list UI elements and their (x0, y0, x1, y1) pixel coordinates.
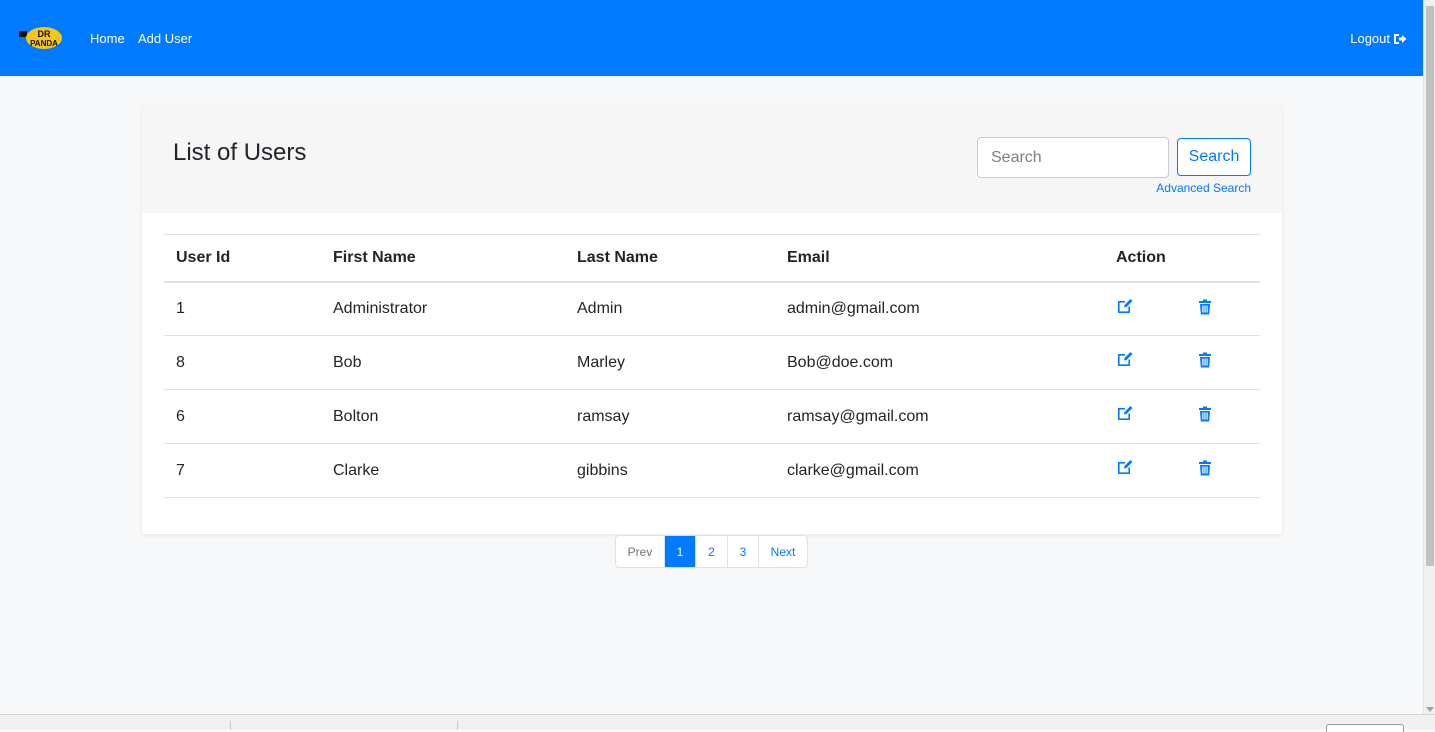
search-input[interactable] (977, 137, 1169, 178)
column-header-email: Email (775, 234, 1104, 283)
column-header-first-name: First Name (321, 234, 565, 283)
column-header-action: Action (1104, 234, 1260, 283)
brand-logo[interactable]: DR PANDA (18, 26, 63, 50)
scroll-down-arrow-icon[interactable] (1426, 707, 1434, 712)
table-row: 1 Administrator Admin admin@gmail.com (164, 281, 1260, 336)
nav-home-link[interactable]: Home (90, 31, 125, 46)
cell-actions (1104, 281, 1260, 336)
cell-first-name: Bob (321, 335, 565, 390)
cell-first-name: Administrator (321, 281, 565, 336)
cell-last-name: Admin (565, 281, 775, 336)
cell-user-id: 8 (164, 335, 321, 390)
pagination-page-1[interactable]: 1 (664, 536, 695, 567)
cell-email: admin@gmail.com (775, 281, 1104, 336)
svg-text:DR: DR (38, 29, 51, 39)
logout-link[interactable]: Logout (1350, 31, 1407, 46)
bottom-control[interactable] (1326, 724, 1404, 732)
cell-email: ramsay@gmail.com (775, 389, 1104, 444)
table-header-row: User Id First Name Last Name Email Actio… (164, 234, 1260, 283)
page-title: List of Users (173, 139, 307, 166)
sign-out-icon (1394, 33, 1407, 44)
search-button[interactable]: Search (1177, 138, 1251, 176)
cell-first-name: Bolton (321, 389, 565, 444)
cell-email: clarke@gmail.com (775, 443, 1104, 498)
table-row: 6 Bolton ramsay ramsay@gmail.com (164, 389, 1260, 444)
logout-label: Logout (1350, 31, 1390, 46)
cell-user-id: 6 (164, 389, 321, 444)
pagination: Prev 1 2 3 Next (615, 535, 808, 568)
table-row: 7 Clarke gibbins clarke@gmail.com (164, 443, 1260, 498)
svg-text:PANDA: PANDA (30, 39, 58, 48)
cell-email: Bob@doe.com (775, 335, 1104, 390)
edit-icon[interactable] (1116, 350, 1134, 368)
users-card: List of Users Search Advanced Search Use… (142, 106, 1282, 534)
trash-icon[interactable] (1196, 405, 1214, 423)
pagination-prev[interactable]: Prev (616, 536, 664, 567)
column-header-last-name: Last Name (565, 234, 775, 283)
cell-last-name: gibbins (565, 443, 775, 498)
cell-user-id: 1 (164, 281, 321, 336)
cell-actions (1104, 335, 1260, 390)
pagination-next[interactable]: Next (758, 536, 807, 567)
cell-last-name: Marley (565, 335, 775, 390)
users-table: User Id First Name Last Name Email Actio… (164, 234, 1260, 498)
cell-first-name: Clarke (321, 443, 565, 498)
top-navbar: DR PANDA Home Add User Logout (0, 0, 1423, 76)
edit-icon[interactable] (1116, 404, 1134, 422)
nav-add-user-link[interactable]: Add User (138, 31, 192, 46)
edit-icon[interactable] (1116, 458, 1134, 476)
trash-icon[interactable] (1196, 298, 1214, 316)
edit-icon[interactable] (1116, 297, 1134, 315)
panda-logo-icon: DR PANDA (19, 27, 62, 49)
cell-actions (1104, 443, 1260, 498)
cell-actions (1104, 389, 1260, 444)
trash-icon[interactable] (1196, 459, 1214, 477)
vertical-scrollbar[interactable] (1423, 0, 1435, 714)
scrollbar-thumb[interactable] (1426, 6, 1434, 566)
column-header-user-id: User Id (164, 234, 321, 283)
pagination-page-2[interactable]: 2 (695, 536, 727, 567)
bottom-status-bar (0, 714, 1435, 732)
cell-last-name: ramsay (565, 389, 775, 444)
advanced-search-link[interactable]: Advanced Search (1156, 181, 1251, 195)
cell-user-id: 7 (164, 443, 321, 498)
table-row: 8 Bob Marley Bob@doe.com (164, 335, 1260, 390)
trash-icon[interactable] (1196, 351, 1214, 369)
card-header: List of Users Search Advanced Search (142, 106, 1282, 213)
pagination-page-3[interactable]: 3 (727, 536, 758, 567)
